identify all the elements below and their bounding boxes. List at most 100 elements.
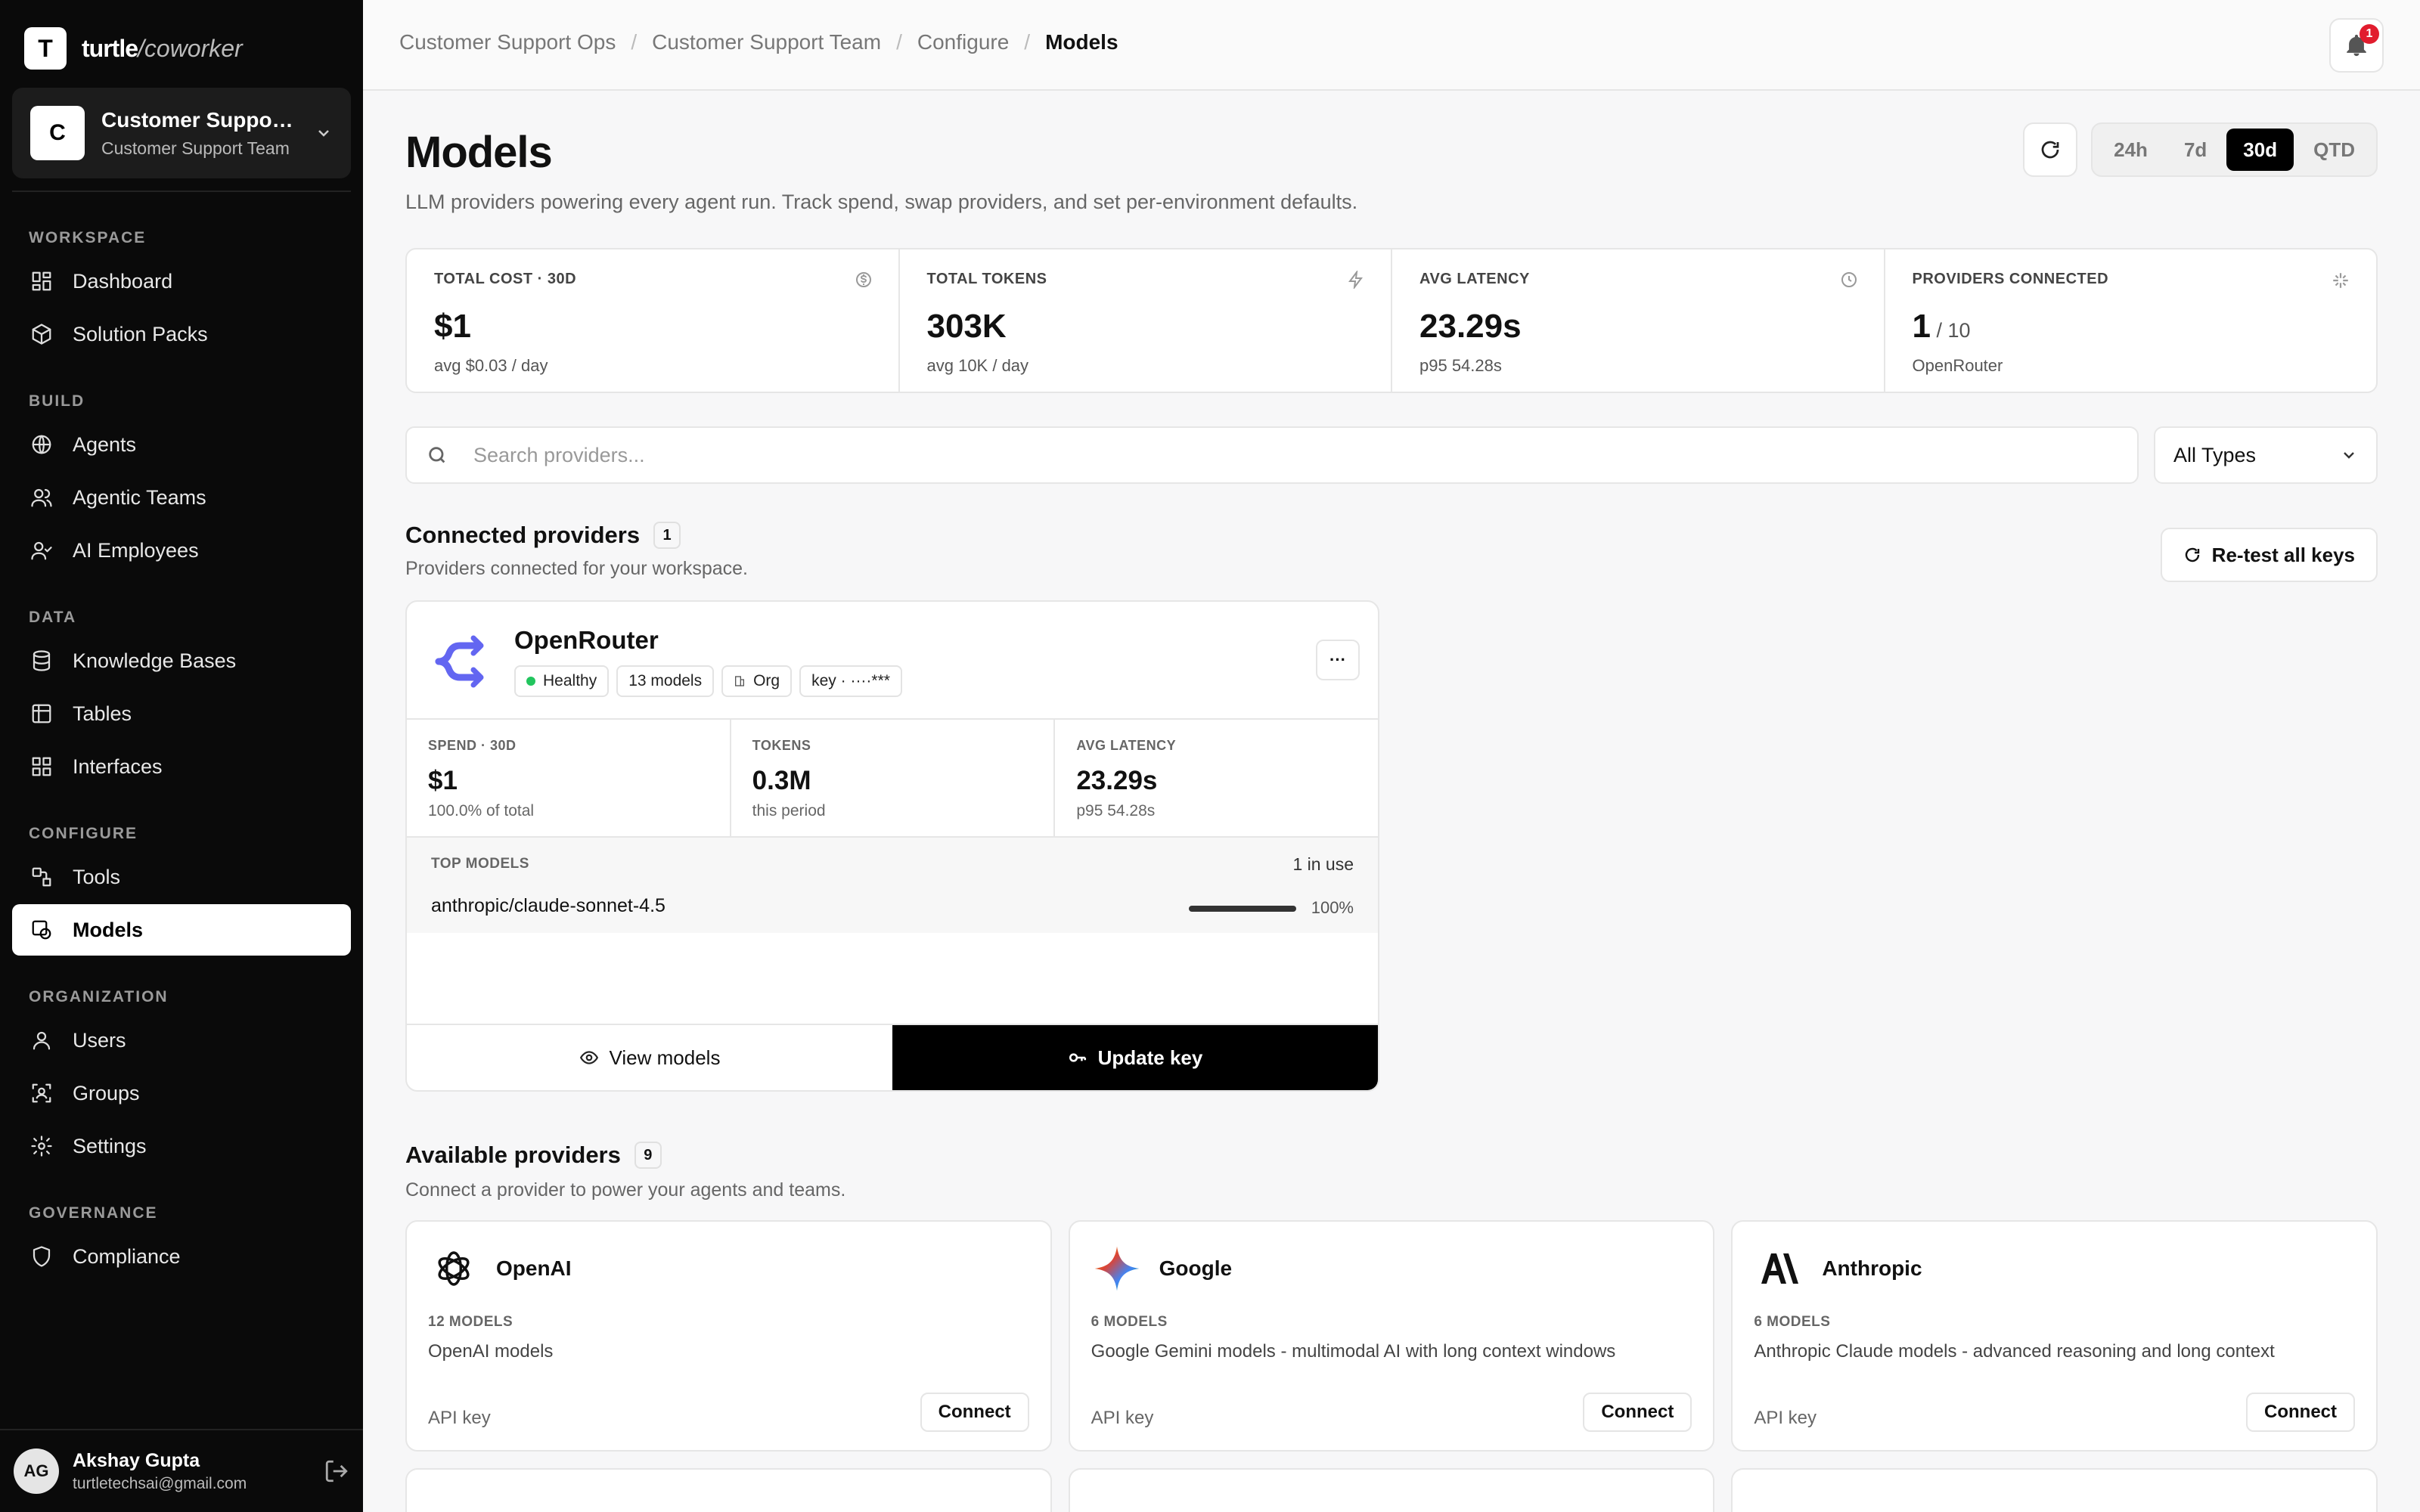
clock-icon — [1841, 272, 1857, 287]
user-check-icon — [29, 538, 54, 563]
breadcrumb-item[interactable]: Customer Support Team — [652, 30, 881, 54]
page-subtitle: LLM providers powering every agent run. … — [405, 191, 1358, 213]
topbar: Customer Support Ops / Customer Support T… — [363, 0, 2420, 91]
retest-keys-button[interactable]: Re-test all keys — [2160, 528, 2378, 582]
range-option-7d[interactable]: 7d — [2167, 129, 2223, 171]
healthy-dot-icon — [526, 677, 535, 686]
top-models: TOP MODELS 1 in use anthropic/claude-son… — [407, 838, 1378, 933]
top-model-name: anthropic/claude-sonnet-4.5 — [431, 895, 666, 916]
auth-type: API key — [428, 1408, 491, 1428]
user-name: Akshay Gupta — [73, 1449, 200, 1471]
range-option-30d[interactable]: 30d — [2226, 129, 2294, 171]
time-range-selector: 24h 7d 30d QTD — [2091, 122, 2378, 177]
connect-button[interactable]: Connect — [1583, 1393, 1692, 1432]
workspace-name: Customer Support... — [101, 107, 298, 132]
nav-section-label: DATA — [29, 609, 77, 626]
building-icon — [735, 676, 745, 686]
available-providers-grid: OpenAI 12 MODELS OpenAI models API key C… — [405, 1220, 2378, 1512]
sidebar-item-tables[interactable]: Tables — [12, 688, 351, 739]
sidebar-item-label: Agents — [73, 432, 137, 456]
sidebar-item-label: Dashboard — [73, 269, 173, 293]
user-profile[interactable]: AG Akshay Gupta turtletechsai@gmail.com — [0, 1429, 363, 1512]
sidebar-item-label: Users — [73, 1028, 126, 1052]
sidebar-divider — [12, 191, 351, 192]
provider-metric-tokens: TOKENS 0.3M this period — [731, 720, 1056, 836]
retest-label: Re-test all keys — [2211, 543, 2355, 566]
sidebar-item-groups[interactable]: Groups — [12, 1067, 351, 1119]
sidebar-item-label: Tools — [73, 865, 121, 888]
key-badge: key · ····*** — [799, 665, 902, 697]
refresh-icon — [2185, 547, 2199, 562]
sidebar-item-agents[interactable]: Agents — [12, 419, 351, 470]
provider-model-count: 6 MODELS — [1091, 1314, 1168, 1330]
section-title: Available providers — [405, 1142, 621, 1168]
provider-model-count: 12 MODELS — [428, 1314, 513, 1330]
breadcrumb-item[interactable]: Customer Support Ops — [399, 30, 616, 54]
view-models-button[interactable]: View models — [407, 1025, 892, 1090]
brand-text: turtle/coworker — [82, 34, 243, 62]
provider-name: OpenAI — [496, 1256, 572, 1280]
sidebar-item-label: Interfaces — [73, 754, 163, 778]
sidebar-item-solution-packs[interactable]: Solution Packs — [12, 308, 351, 360]
sidebar-item-interfaces[interactable]: Interfaces — [12, 741, 351, 792]
update-key-button[interactable]: Update key — [892, 1025, 1378, 1090]
eye-icon — [579, 1051, 598, 1064]
sidebar-item-compliance[interactable]: Compliance — [12, 1231, 351, 1282]
connect-button[interactable]: Connect — [2246, 1393, 2355, 1432]
chevron-down-icon — [318, 130, 329, 137]
chevron-down-icon — [2344, 452, 2354, 459]
sidebar-item-agentic-teams[interactable]: Agentic Teams — [12, 472, 351, 523]
logout-icon[interactable] — [324, 1458, 349, 1484]
refresh-button[interactable] — [2023, 122, 2078, 177]
shield-icon — [29, 1244, 54, 1269]
metric-value: 0.3M — [752, 766, 811, 795]
sidebar-item-label: AI Employees — [73, 538, 199, 562]
stat-label: TOTAL TOKENS — [926, 271, 1047, 287]
sidebar-item-knowledge-bases[interactable]: Knowledge Bases — [12, 635, 351, 686]
nav-section-label: ORGANIZATION — [29, 988, 169, 1005]
section-subtitle: Providers connected for your workspace. — [405, 558, 748, 579]
sidebar-item-label: Models — [73, 918, 144, 941]
workspace-switcher[interactable]: C Customer Support... Customer Support T… — [12, 88, 351, 178]
search-icon — [429, 447, 445, 463]
stat-total-cost: TOTAL COST · 30D $1 avg $0.03 / day — [407, 249, 900, 392]
section-title: Connected providers — [405, 522, 641, 548]
stat-sub: OpenRouter — [1912, 356, 2003, 375]
sidebar-item-label: Settings — [73, 1134, 147, 1157]
sidebar-item-dashboard[interactable]: Dashboard — [12, 256, 351, 307]
range-option-qtd[interactable]: QTD — [2297, 129, 2372, 171]
connect-button[interactable]: Connect — [920, 1393, 1029, 1432]
sidebar-item-label: Solution Packs — [73, 322, 208, 345]
sparkle-icon — [2333, 273, 2348, 288]
range-option-24h[interactable]: 24h — [2097, 129, 2164, 171]
globe-icon — [29, 432, 54, 457]
provider-card — [1068, 1468, 1715, 1512]
search-input[interactable] — [473, 443, 2118, 467]
bolt-icon — [1348, 271, 1363, 289]
type-filter-select[interactable]: All Types — [2154, 426, 2378, 484]
breadcrumb-item[interactable]: Configure — [917, 30, 1009, 54]
brand[interactable]: T turtle/coworker — [24, 27, 243, 70]
sidebar-item-users[interactable]: Users — [12, 1015, 351, 1066]
sidebar: T turtle/coworker C Customer Support... … — [0, 0, 363, 1512]
provider-model-count: 6 MODELS — [1754, 1314, 1831, 1330]
sidebar-item-tools[interactable]: Tools — [12, 851, 351, 903]
metric-value: 23.29s — [1076, 766, 1158, 795]
type-filter-value: All Types — [2173, 443, 2257, 466]
provider-name: Google — [1159, 1256, 1233, 1280]
sidebar-item-settings[interactable]: Settings — [12, 1120, 351, 1172]
provider-card — [405, 1468, 1052, 1512]
notification-badge: 1 — [2360, 24, 2379, 44]
provider-description: Google Gemini models - multimodal AI wit… — [1091, 1341, 1616, 1362]
provider-card-openai: OpenAI 12 MODELS OpenAI models API key C… — [405, 1220, 1052, 1452]
metric-sub: this period — [752, 802, 826, 820]
metric-sub: p95 54.28s — [1076, 802, 1156, 820]
nav-section-label: GOVERNANCE — [29, 1204, 158, 1222]
section-subtitle: Connect a provider to power your agents … — [405, 1179, 846, 1201]
usage-bar-fill — [1189, 906, 1296, 912]
sidebar-item-ai-employees[interactable]: AI Employees — [12, 525, 351, 576]
notifications-button[interactable]: 1 — [2329, 18, 2384, 73]
provider-menu-button[interactable]: ··· — [1316, 640, 1360, 680]
sidebar-item-label: Knowledge Bases — [73, 649, 237, 672]
sidebar-item-models[interactable]: Models — [12, 904, 351, 956]
